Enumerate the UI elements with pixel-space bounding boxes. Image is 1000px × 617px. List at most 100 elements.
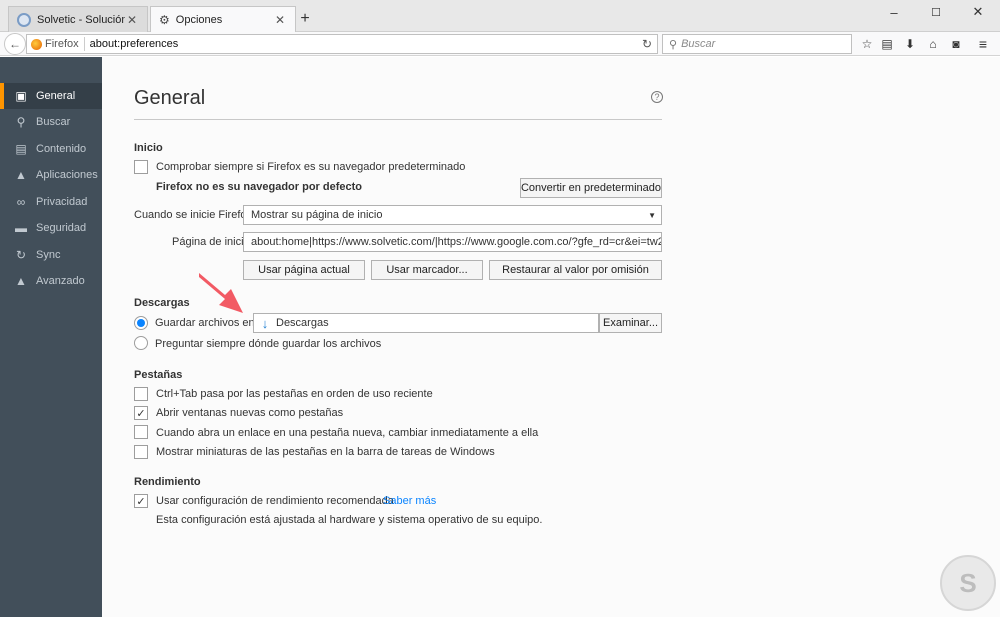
sidebar-item-content[interactable]: ▤ Contenido bbox=[0, 136, 102, 162]
url-text[interactable]: about:preferences bbox=[90, 38, 637, 50]
startup-behavior-value: Mostrar su página de inicio bbox=[251, 209, 383, 221]
bookmark-star-icon[interactable]: ☆ bbox=[859, 36, 875, 52]
sidebar-item-general[interactable]: ▣ General bbox=[0, 83, 102, 109]
tab-options[interactable]: ⚙ Opciones ✕ bbox=[150, 6, 296, 32]
menu-hamburger-icon[interactable]: ≡ bbox=[975, 36, 991, 52]
make-default-button[interactable]: Convertir en predeterminado bbox=[520, 178, 662, 198]
title-divider bbox=[134, 119, 662, 120]
search-input[interactable]: ⚲ Buscar bbox=[662, 34, 852, 54]
learn-more-link[interactable]: Saber más bbox=[383, 495, 436, 507]
default-browser-label[interactable]: Comprobar siempre si Firefox es su naveg… bbox=[156, 161, 465, 173]
use-bookmark-button[interactable]: Usar marcador... bbox=[371, 260, 483, 280]
when-starts-label: Cuando se inicie Firefox: bbox=[134, 209, 256, 221]
maximize-button[interactable]: ☐ bbox=[916, 0, 956, 24]
save-files-label[interactable]: Guardar archivos en bbox=[155, 317, 255, 329]
close-window-button[interactable]: ✕ bbox=[958, 0, 998, 24]
restore-default-button[interactable]: Restaurar al valor por omisión bbox=[489, 260, 662, 280]
recommended-performance-checkbox[interactable]: ✓ bbox=[134, 494, 148, 508]
preferences-pane: General ? Inicio Comprobar siempre si Fi… bbox=[102, 57, 1000, 617]
sidebar-item-advanced[interactable]: ▲ Avanzado bbox=[0, 268, 102, 294]
reading-list-icon[interactable]: ▤ bbox=[879, 36, 895, 52]
sidebar-item-applications[interactable]: ▲ Aplicaciones bbox=[0, 162, 102, 188]
reload-icon[interactable]: ↻ bbox=[637, 37, 657, 51]
search-icon: ⚲ bbox=[669, 38, 678, 51]
sidebar-item-label: General bbox=[36, 90, 76, 102]
annotation-arrow bbox=[199, 273, 243, 313]
use-current-page-button[interactable]: Usar página actual bbox=[243, 260, 365, 280]
open-windows-as-tabs-checkbox[interactable]: ✓ bbox=[134, 406, 148, 420]
save-files-radio[interactable] bbox=[134, 316, 148, 330]
homepage-input[interactable]: about:home|https://www.solvetic.com/|htt… bbox=[243, 232, 662, 252]
sidebar-item-label: Sync bbox=[36, 249, 61, 261]
performance-heading: Rendimiento bbox=[134, 476, 201, 488]
sidebar-item-label: Aplicaciones bbox=[36, 169, 98, 181]
dropdown-arrow-icon: ▼ bbox=[648, 211, 656, 220]
sidebar-item-label: Privacidad bbox=[36, 196, 88, 208]
home-icon[interactable]: ⌂ bbox=[925, 36, 941, 52]
always-ask-label[interactable]: Preguntar siempre dónde guardar los arch… bbox=[155, 338, 381, 350]
navigation-toolbar: ← Firefox about:preferences ↻ ⚲ Buscar ☆… bbox=[0, 32, 1000, 56]
pocket-icon[interactable]: ◙ bbox=[948, 36, 964, 52]
sidebar-item-label: Contenido bbox=[36, 143, 87, 155]
identity-box[interactable]: Firefox bbox=[27, 37, 85, 51]
radio-selected-dot bbox=[137, 319, 145, 327]
rocket-icon: ▲ bbox=[15, 168, 27, 182]
help-icon[interactable]: ? bbox=[651, 91, 663, 103]
minimize-button[interactable]: – bbox=[874, 0, 914, 24]
switch-to-new-tab-label[interactable]: Cuando abra un enlace en una pestaña nue… bbox=[156, 427, 538, 439]
startup-heading: Inicio bbox=[134, 142, 163, 154]
recommended-performance-label[interactable]: Usar configuración de rendimiento recome… bbox=[156, 495, 394, 507]
always-ask-radio[interactable] bbox=[134, 336, 148, 350]
back-arrow-icon: ← bbox=[9, 37, 21, 51]
download-arrow-icon: ↓ bbox=[261, 315, 269, 331]
browse-button[interactable]: Examinar... bbox=[599, 313, 662, 333]
performance-description: Esta configuración está ajustada al hard… bbox=[156, 514, 543, 526]
back-button[interactable]: ← bbox=[4, 33, 26, 55]
checkmark-icon: ✓ bbox=[136, 495, 146, 508]
switch-icon: ▣ bbox=[15, 89, 27, 103]
firefox-logo-icon bbox=[31, 38, 42, 50]
gear-icon: ⚙ bbox=[159, 12, 170, 27]
document-icon: ▤ bbox=[15, 142, 27, 156]
close-tab-icon[interactable]: ✕ bbox=[125, 13, 139, 27]
ctrl-tab-label[interactable]: Ctrl+Tab pasa por las pestañas en orden … bbox=[156, 388, 433, 400]
download-folder-name: Descargas bbox=[276, 317, 329, 329]
preferences-sidebar: ▣ General ⚲ Buscar ▤ Contenido ▲ Aplicac… bbox=[0, 57, 102, 617]
sidebar-item-security[interactable]: ▬ Seguridad bbox=[0, 215, 102, 241]
tab-title: Opciones bbox=[175, 13, 223, 26]
download-folder-field[interactable]: ↓ Descargas bbox=[253, 313, 599, 333]
page-title: General bbox=[134, 87, 206, 109]
tab-solvetic[interactable]: Solvetic - Solución a los pro ✕ bbox=[8, 6, 148, 32]
close-tab-icon[interactable]: ✕ bbox=[273, 13, 287, 27]
switch-to-new-tab-checkbox[interactable] bbox=[134, 425, 148, 439]
search-placeholder: Buscar bbox=[681, 38, 716, 50]
homepage-label: Página de inicio: bbox=[172, 236, 253, 248]
mask-icon: ∞ bbox=[16, 195, 26, 209]
search-icon: ⚲ bbox=[16, 115, 26, 129]
default-browser-checkbox[interactable] bbox=[134, 160, 148, 174]
sidebar-item-sync[interactable]: ↻ Sync bbox=[0, 242, 102, 268]
sidebar-item-label: Avanzado bbox=[36, 275, 85, 287]
startup-behavior-select[interactable]: Mostrar su página de inicio ▼ bbox=[243, 205, 662, 225]
watermark-logo: S bbox=[940, 555, 996, 611]
sidebar-item-label: Buscar bbox=[36, 116, 71, 128]
new-tab-button[interactable]: + bbox=[296, 10, 314, 28]
sidebar-item-privacy[interactable]: ∞ Privacidad bbox=[0, 189, 102, 215]
identity-label: Firefox bbox=[45, 38, 79, 50]
url-bar[interactable]: Firefox about:preferences ↻ bbox=[26, 34, 658, 54]
downloads-heading: Descargas bbox=[134, 297, 190, 309]
annotation-arrow-shape bbox=[199, 273, 243, 313]
sidebar-item-search[interactable]: ⚲ Buscar bbox=[0, 109, 102, 135]
downloads-icon[interactable]: ⬇ bbox=[902, 36, 918, 52]
ctrl-tab-checkbox[interactable] bbox=[134, 387, 148, 401]
tab-strip: Solvetic - Solución a los pro ✕ ⚙ Opcion… bbox=[0, 0, 1000, 32]
open-windows-as-tabs-label[interactable]: Abrir ventanas nuevas como pestañas bbox=[156, 407, 343, 419]
not-default-text: Firefox no es su navegador por defecto bbox=[156, 181, 362, 193]
taskbar-thumbnails-label[interactable]: Mostrar miniaturas de las pestañas en la… bbox=[156, 446, 495, 458]
solvetic-favicon-icon bbox=[17, 12, 31, 27]
sidebar-item-label: Seguridad bbox=[36, 222, 87, 234]
lock-icon: ▬ bbox=[15, 221, 27, 235]
wizard-hat-icon: ▲ bbox=[15, 274, 27, 288]
taskbar-thumbnails-checkbox[interactable] bbox=[134, 445, 148, 459]
checkmark-icon: ✓ bbox=[136, 407, 146, 420]
